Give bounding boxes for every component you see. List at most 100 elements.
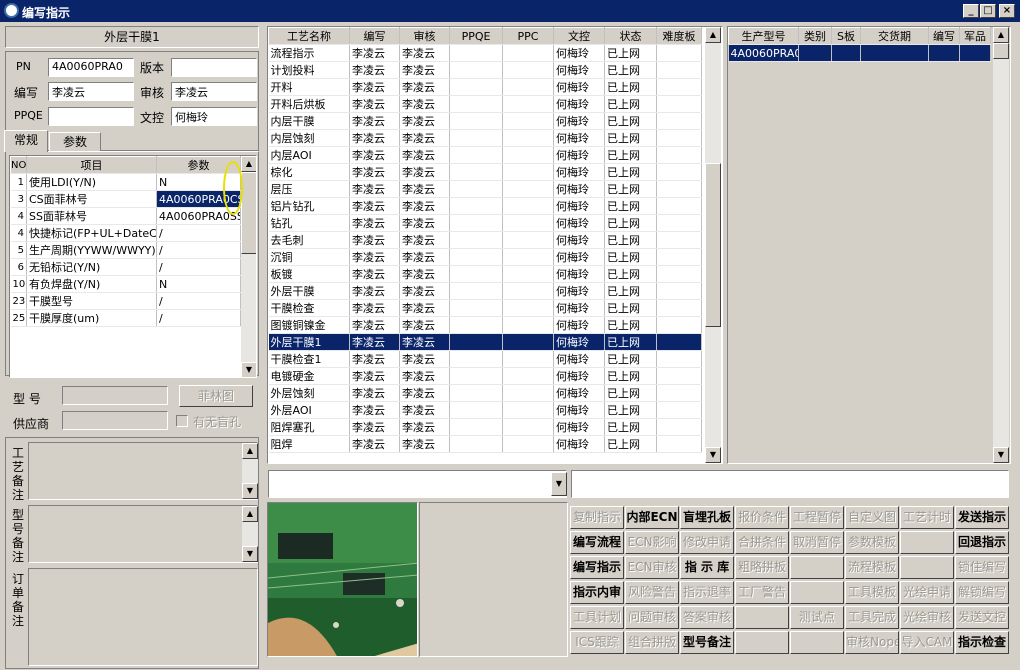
process-cell[interactable] xyxy=(656,231,702,249)
process-cell[interactable]: 李凌云 xyxy=(349,418,400,436)
process-cell[interactable]: 李凌云 xyxy=(399,129,450,147)
process-cell[interactable]: 已上网 xyxy=(604,95,657,113)
param-no[interactable]: 10 xyxy=(10,275,27,293)
process-cell[interactable]: 何梅玲 xyxy=(553,44,605,62)
product-col-header[interactable]: 交货期 xyxy=(860,27,929,45)
process-cell[interactable]: 李凌云 xyxy=(399,435,450,453)
ppqe-field[interactable] xyxy=(48,107,134,126)
process-cell[interactable] xyxy=(502,333,554,351)
process-cell[interactable]: 外层AOI xyxy=(268,401,350,419)
scroll-thumb[interactable] xyxy=(705,163,721,327)
process-cell[interactable]: 李凌云 xyxy=(399,282,450,300)
process-cell[interactable]: 李凌云 xyxy=(349,248,400,266)
process-cell[interactable]: 何梅玲 xyxy=(553,180,605,198)
process-cell[interactable]: 内层AOI xyxy=(268,146,350,164)
process-row[interactable]: 内层蚀刻 李凌云 李凌云 何梅玲 已上网 xyxy=(268,129,702,147)
process-cell[interactable]: 李凌云 xyxy=(349,197,400,215)
param-no[interactable]: 23 xyxy=(10,292,27,310)
param-row[interactable]: 25 干膜厚度(um) / xyxy=(10,309,241,327)
process-cell[interactable]: 已上网 xyxy=(604,248,657,266)
action-button[interactable]: 指示内审 xyxy=(570,581,624,604)
process-cell[interactable]: 已上网 xyxy=(604,316,657,334)
maximize-button[interactable]: □ xyxy=(980,4,996,18)
process-cell[interactable]: 何梅玲 xyxy=(553,231,605,249)
process-cell[interactable] xyxy=(656,146,702,164)
process-cell[interactable] xyxy=(502,163,554,181)
product-cell[interactable] xyxy=(959,44,991,62)
process-cell[interactable]: 何梅玲 xyxy=(553,384,605,402)
action-button[interactable]: 解锁编写 xyxy=(955,581,1009,604)
process-cell[interactable]: 李凌云 xyxy=(349,231,400,249)
process-cell[interactable] xyxy=(449,78,503,96)
process-cell[interactable]: 何梅玲 xyxy=(553,95,605,113)
process-cell[interactable]: 李凌云 xyxy=(349,129,400,147)
process-cell[interactable]: 已上网 xyxy=(604,197,657,215)
process-cell[interactable]: 李凌云 xyxy=(349,384,400,402)
param-row[interactable]: 1 使用LDI(Y/N) N xyxy=(10,173,241,191)
version-field[interactable] xyxy=(171,58,257,77)
process-cell[interactable]: 开料后烘板 xyxy=(268,95,350,113)
process-cell[interactable] xyxy=(656,112,702,130)
product-row[interactable]: 4A0060PRA0 xyxy=(728,44,991,62)
process-combo[interactable]: ▼ xyxy=(268,470,567,498)
scroll-down-icon[interactable]: ▼ xyxy=(705,447,721,463)
process-cell[interactable] xyxy=(449,367,503,385)
param-value[interactable]: / xyxy=(156,292,241,310)
process-row[interactable]: 外层干膜 李凌云 李凌云 何梅玲 已上网 xyxy=(268,282,702,300)
process-cell[interactable]: 已上网 xyxy=(604,299,657,317)
scroll-up-icon[interactable]: ▲ xyxy=(705,27,721,43)
process-cell[interactable]: 钻孔 xyxy=(268,214,350,232)
param-value[interactable]: N xyxy=(156,275,241,293)
process-cell[interactable]: 何梅玲 xyxy=(553,350,605,368)
action-button[interactable]: 审核Nope xyxy=(845,631,899,654)
param-value[interactable]: / xyxy=(156,224,241,242)
action-button[interactable]: 光绘申请 xyxy=(900,581,954,604)
product-cell[interactable] xyxy=(860,44,929,62)
process-col-header[interactable]: 难度板 xyxy=(656,27,702,45)
scroll-up-icon[interactable]: ▲ xyxy=(242,443,258,459)
param-item[interactable]: SS面菲林号 xyxy=(26,207,157,225)
process-row[interactable]: 阻焊塞孔 李凌云 李凌云 何梅玲 已上网 xyxy=(268,418,702,436)
process-cell[interactable]: 已上网 xyxy=(604,282,657,300)
product-col-header[interactable]: 类别 xyxy=(798,27,832,45)
process-cell[interactable] xyxy=(502,112,554,130)
process-cell[interactable] xyxy=(656,299,702,317)
process-cell[interactable]: 流程指示 xyxy=(268,44,350,62)
process-cell[interactable]: 李凌云 xyxy=(399,333,450,351)
process-cell[interactable] xyxy=(502,129,554,147)
process-cell[interactable]: 李凌云 xyxy=(399,248,450,266)
process-cell[interactable]: 干膜检查 xyxy=(268,299,350,317)
process-cell[interactable]: 李凌云 xyxy=(399,265,450,283)
process-cell[interactable]: 何梅玲 xyxy=(553,299,605,317)
process-cell[interactable]: 已上网 xyxy=(604,350,657,368)
process-cell[interactable] xyxy=(449,44,503,62)
action-button[interactable]: 工具完成 xyxy=(845,606,899,629)
process-cell[interactable] xyxy=(656,418,702,436)
param-item[interactable]: 无铅标记(Y/N) xyxy=(26,258,157,276)
process-row[interactable]: 棕化 李凌云 李凌云 何梅玲 已上网 xyxy=(268,163,702,181)
param-no[interactable]: 1 xyxy=(10,173,27,191)
action-button[interactable]: 流程模板 xyxy=(845,556,899,579)
scroll-thumb[interactable] xyxy=(241,172,256,254)
process-cell[interactable] xyxy=(656,78,702,96)
process-cell[interactable] xyxy=(656,163,702,181)
process-cell[interactable] xyxy=(449,435,503,453)
process-cell[interactable]: 已上网 xyxy=(604,367,657,385)
model-remark-box[interactable]: ▲ ▼ xyxy=(28,505,258,563)
command-input[interactable] xyxy=(571,470,1009,498)
process-row[interactable]: 内层干膜 李凌云 李凌云 何梅玲 已上网 xyxy=(268,112,702,130)
process-cell[interactable] xyxy=(449,163,503,181)
param-value[interactable]: / xyxy=(156,258,241,276)
product-cell[interactable] xyxy=(928,44,960,62)
process-cell[interactable]: 已上网 xyxy=(604,265,657,283)
process-cell[interactable]: 李凌云 xyxy=(349,163,400,181)
process-cell[interactable]: 外层干膜 xyxy=(268,282,350,300)
process-cell[interactable] xyxy=(656,316,702,334)
action-button[interactable]: 指示检查 xyxy=(955,631,1009,654)
process-col-header[interactable]: 文控 xyxy=(553,27,605,45)
process-cell[interactable]: 何梅玲 xyxy=(553,248,605,266)
process-cell[interactable]: 何梅玲 xyxy=(553,146,605,164)
process-cell[interactable]: 李凌云 xyxy=(349,95,400,113)
product-col-header[interactable]: 编写 xyxy=(928,27,960,45)
process-cell[interactable]: 电镀硬金 xyxy=(268,367,350,385)
